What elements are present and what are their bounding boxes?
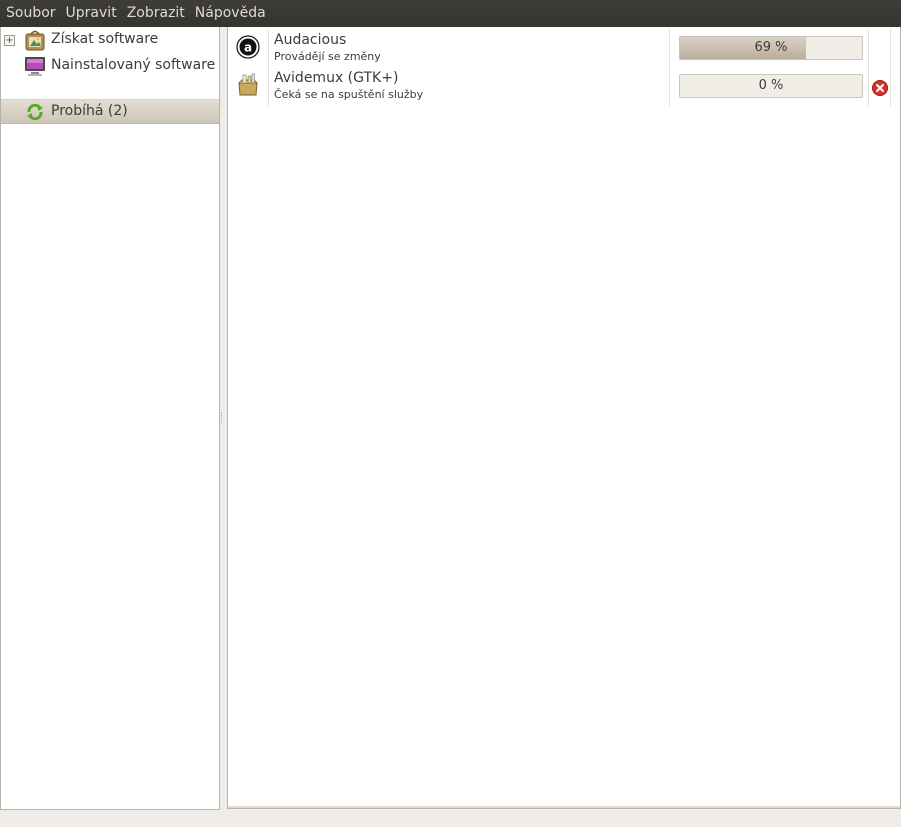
menu-zobrazit[interactable]: Zobrazit <box>122 0 190 27</box>
package-icon <box>238 73 258 96</box>
list-item[interactable]: a Audacious Provádějí se změny 69 % <box>228 27 900 65</box>
menu-upravit[interactable]: Upravit <box>61 0 122 27</box>
progress-bar: 0 % <box>679 74 863 98</box>
expander-plus-icon[interactable]: + <box>4 35 15 46</box>
menu-napoveda[interactable]: Nápověda <box>190 0 271 27</box>
progress-bar: 69 % <box>679 36 863 60</box>
software-center-icon <box>25 30 45 51</box>
sidebar-item-label: Získat software <box>51 31 159 47</box>
package-name: Avidemux (GTK+) <box>274 70 399 86</box>
sidebar: + Získat software Nainstalovaný software… <box>0 27 220 810</box>
pane-resize-handle[interactable] <box>221 412 224 424</box>
refresh-icon <box>27 103 43 121</box>
audacious-icon: a <box>236 35 260 59</box>
package-status: Provádějí se změny <box>274 50 381 63</box>
package-status: Čeká se na spuštění služby <box>274 88 424 101</box>
menu-bar: Soubor Upravit Zobrazit Nápověda <box>0 0 901 27</box>
sidebar-item-in-progress[interactable]: Probíhá (2) <box>1 100 219 124</box>
menu-soubor[interactable]: Soubor <box>1 0 61 27</box>
progress-text: 0 % <box>758 78 784 93</box>
package-name: Audacious <box>274 32 347 48</box>
monitor-icon <box>25 57 45 76</box>
svg-text:a: a <box>244 41 252 55</box>
transaction-list: a Audacious Provádějí se změny 69 % Avid… <box>227 27 901 809</box>
sidebar-item-installed-software[interactable]: Nainstalovaný software <box>1 53 219 79</box>
sidebar-item-label: Nainstalovaný software <box>51 57 216 73</box>
sidebar-item-label: Probíhá (2) <box>51 103 128 119</box>
list-item[interactable]: Avidemux (GTK+) Čeká se na spuštění služ… <box>228 65 900 103</box>
progress-text: 69 % <box>754 40 788 55</box>
sidebar-item-get-software[interactable]: + Získat software <box>1 27 219 53</box>
cancel-icon[interactable] <box>872 80 888 96</box>
